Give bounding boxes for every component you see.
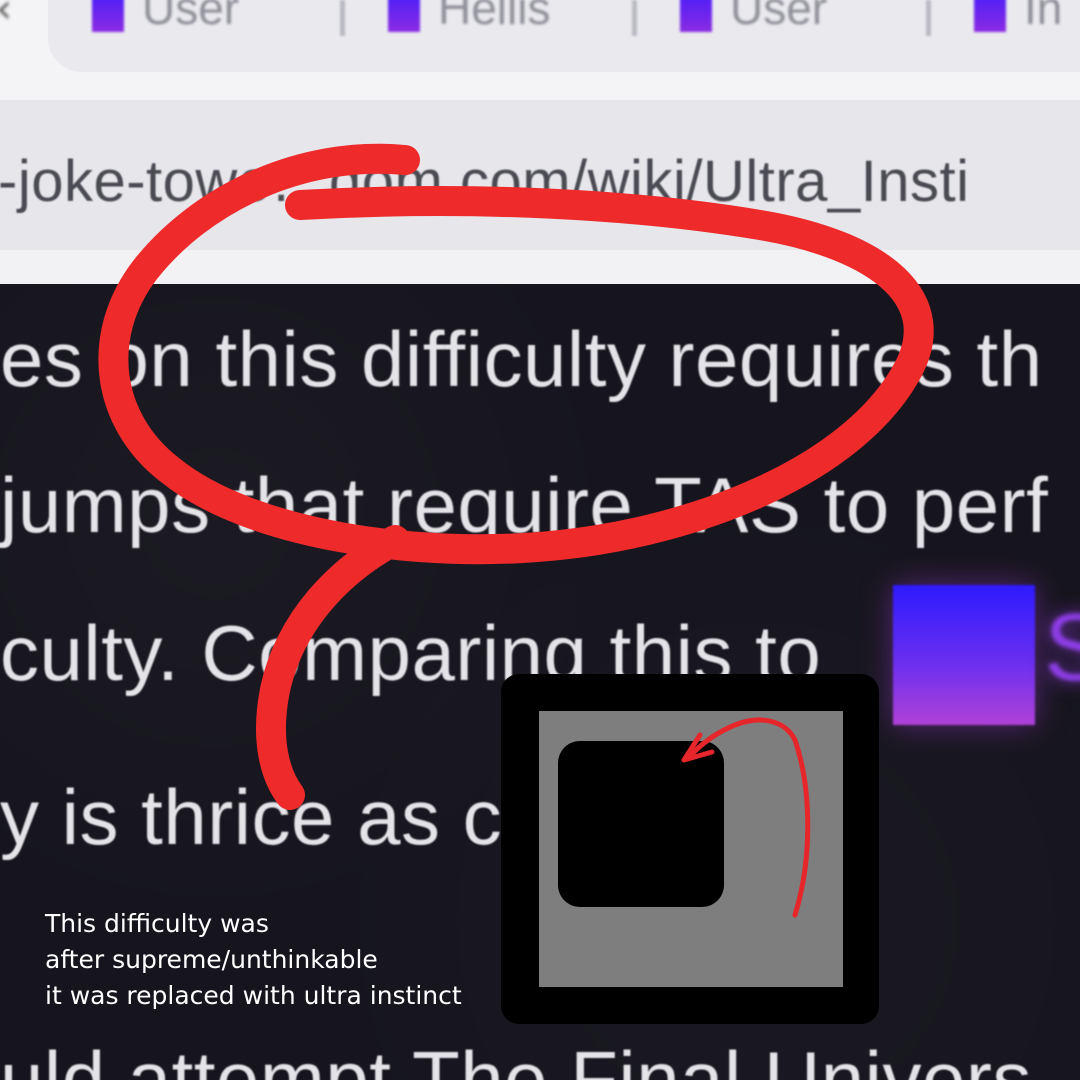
tab-separator	[340, 0, 345, 36]
tab-separator	[632, 0, 637, 36]
screenshot-stage: ‹ User Hellis User In -joke-towe…dom.com…	[0, 0, 1080, 1080]
caption-text: This difficulty was after supreme/unthin…	[45, 906, 505, 1014]
tab-label: User	[730, 0, 828, 34]
toolbar-divider	[0, 250, 1080, 284]
browser-tabstrip: ‹ User Hellis User In	[0, 0, 1080, 100]
inline-difficulty-link-text[interactable]: S	[1044, 600, 1080, 696]
difficulty-icon	[501, 674, 879, 1024]
browser-tab[interactable]: In	[974, 0, 1062, 34]
inline-difficulty-icon[interactable]	[893, 585, 1035, 725]
tab-separator	[926, 0, 931, 36]
caption-line: it was replaced with ultra instinct	[45, 981, 462, 1010]
browser-tab[interactable]: User	[92, 0, 239, 34]
tab-label: Hellis	[438, 0, 551, 34]
caption-line: after supreme/unthinkable	[45, 945, 378, 974]
difficulty-favicon-icon	[974, 0, 1006, 32]
browser-tab[interactable]: User	[680, 0, 827, 34]
browser-tab[interactable]: Hellis	[388, 0, 550, 34]
caption-line: This difficulty was	[45, 909, 269, 938]
difficulty-favicon-icon	[680, 0, 712, 32]
tab-label: In	[1024, 0, 1063, 34]
back-chevron-icon[interactable]: ‹	[0, 0, 12, 32]
difficulty-favicon-icon	[388, 0, 420, 32]
difficulty-icon-black-square	[558, 741, 724, 907]
article-text-line: es on this difficulty requires th	[0, 315, 1043, 403]
article-text-line: uld attempt The Final Univers	[0, 1035, 1032, 1080]
difficulty-favicon-icon	[92, 0, 124, 32]
article-text-line: jumps that require TAS to perf	[0, 461, 1049, 549]
url-text[interactable]: -joke-towe…dom.com/wiki/Ultra_Insti	[0, 148, 970, 215]
tab-label: User	[142, 0, 240, 34]
